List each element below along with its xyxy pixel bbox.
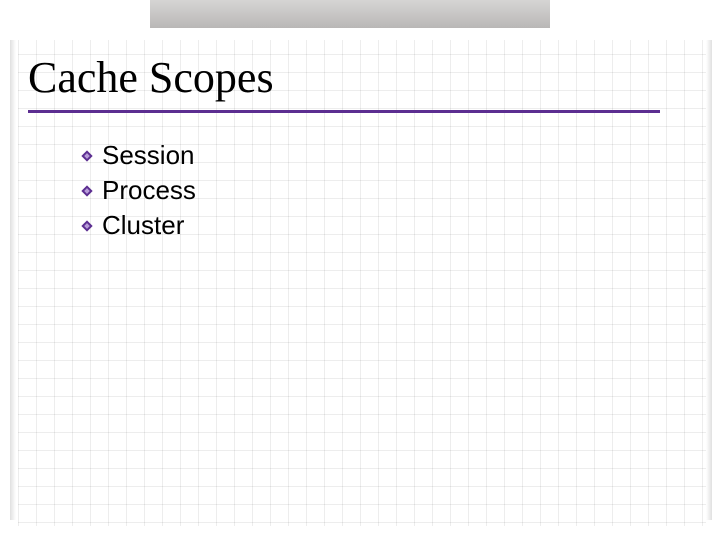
title-underline bbox=[28, 110, 660, 113]
right-edge-shadow bbox=[706, 40, 712, 520]
bullet-list: Session Process Cluster bbox=[80, 140, 196, 241]
list-item-label: Session bbox=[102, 140, 195, 171]
list-item: Cluster bbox=[80, 210, 196, 241]
list-item: Session bbox=[80, 140, 196, 171]
list-item-label: Process bbox=[102, 175, 196, 206]
diamond-bullet-icon bbox=[80, 184, 94, 198]
slide: Cache Scopes Session Process bbox=[0, 0, 720, 540]
list-item-label: Cluster bbox=[102, 210, 184, 241]
diamond-bullet-icon bbox=[80, 219, 94, 233]
diamond-bullet-icon bbox=[80, 149, 94, 163]
slide-title: Cache Scopes bbox=[28, 52, 274, 103]
top-decorative-bar bbox=[150, 0, 550, 28]
list-item: Process bbox=[80, 175, 196, 206]
left-edge-shadow bbox=[10, 40, 16, 520]
